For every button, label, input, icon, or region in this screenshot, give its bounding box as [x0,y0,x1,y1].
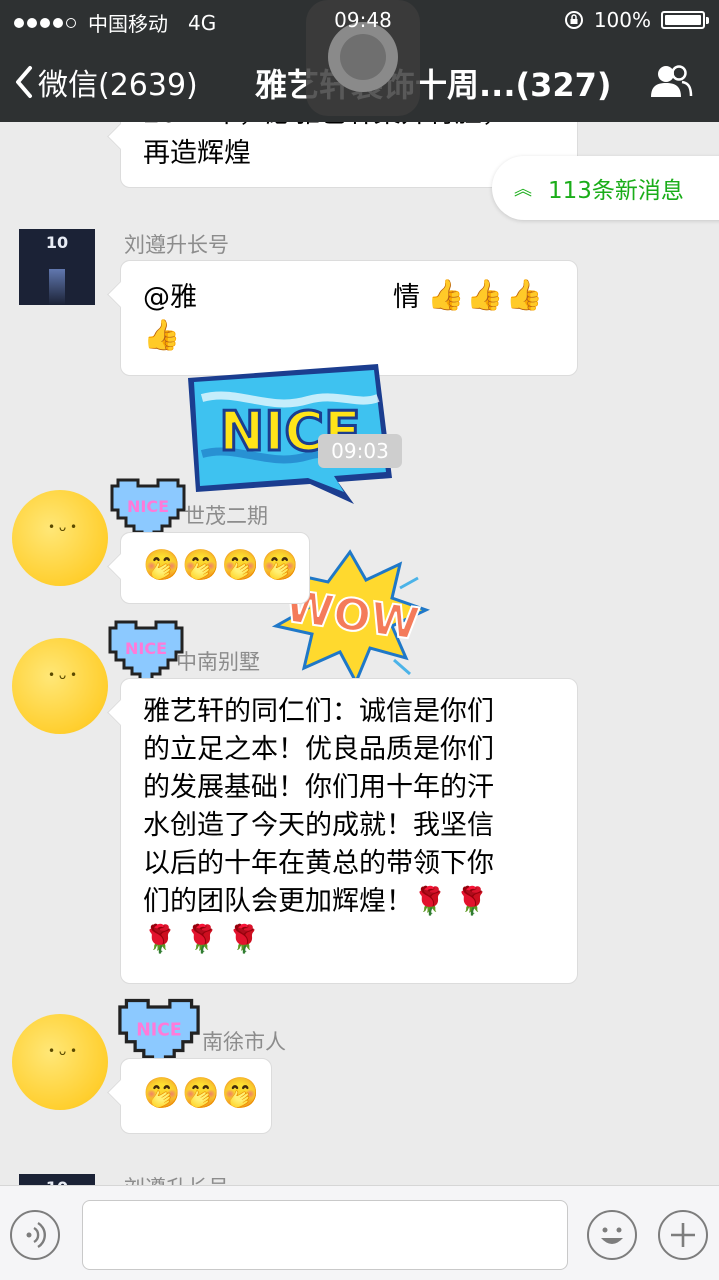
message-emojis-line2: 👍 [143,318,183,353]
back-button[interactable]: 微信(2639) [14,60,198,104]
avatar[interactable]: 10 [19,1174,95,1185]
carrier-label: 中国移动 [88,12,168,36]
message-emojis: 👍👍👍 [427,278,546,313]
smiley-icon [601,1227,623,1244]
svg-text:NICE: NICE [125,639,167,658]
sender-name: 世茂二期 [184,504,268,528]
new-messages-label: 113条新消息 [548,178,684,204]
message-text-line: 们的团队会更加辉煌！🌹 🌹 [143,886,489,917]
network-label: 4G [188,10,217,35]
time-label: 09:03 [318,434,402,468]
message-text-tail: 情 [393,282,420,313]
new-messages-button[interactable]: ︽ 113条新消息 [492,156,719,220]
more-button[interactable] [658,1210,708,1260]
group-icon [651,65,693,97]
message-emojis: 🤭🤭🤭🤭 [143,548,301,583]
sun-sticker-avatar[interactable]: • ᴗ • [12,1014,108,1110]
battery-percent: 100% [593,8,651,32]
sender-name: 刘遵升长号 [124,233,229,257]
message-emojis: 🤭🤭🤭 [143,1076,262,1111]
message-text: @雅 [143,282,197,313]
svg-text:NICE: NICE [127,497,169,516]
message-text: 再造辉煌 [143,138,251,169]
message-text-line: 的发展基础！你们用十年的汗 [143,772,494,803]
chevron-left-icon [16,66,32,98]
input-bar [0,1185,719,1280]
message-text-line: 水创造了今天的成就！我坚信 [143,810,494,841]
message-bubble[interactable]: 🤭🤭🤭 [120,1058,272,1134]
emoji-button[interactable] [587,1210,637,1260]
svg-text:NICE: NICE [136,1020,182,1040]
message-text-partial: 2017年，愿雅艺轩集开将旌， [143,122,509,133]
orientation-lock-icon [564,11,583,29]
sender-name: 南徐市人 [202,1030,286,1054]
pixel-heart-sticker: NICE [108,620,184,682]
back-label: 微信(2639) [38,68,198,103]
group-members-button[interactable] [649,64,693,102]
message-bubble[interactable]: 🤭🤭🤭🤭 [120,532,310,604]
message-input[interactable] [82,1200,568,1270]
sun-sticker-avatar[interactable]: • ᴗ • [12,638,108,734]
sun-sticker-avatar[interactable]: • ᴗ • [12,490,108,586]
message-text-line: 以后的十年在黄总的带领下你 [143,848,494,879]
signal-icon [14,17,76,28]
voice-button[interactable] [10,1210,60,1260]
sender-name: 中南别墅 [176,650,260,674]
message-text-line: 雅艺轩的同仁们：诚信是你们 [143,696,494,727]
status-time: 09:48 [334,8,392,32]
battery-icon [661,11,709,29]
message-text-line: 🌹 🌹 🌹 [143,924,262,955]
assistive-touch-button[interactable]: 09:48 [306,0,420,116]
voice-icon [26,1221,46,1249]
chat-area: 2017年，愿雅艺轩集开将旌， 再造辉煌 ︽ 113条新消息 10 刘遵升长号 … [0,122,719,1185]
avatar[interactable]: 10 [19,229,95,305]
status-left: 中国移动 4G [14,8,216,37]
message-bubble[interactable]: 雅艺轩的同仁们：诚信是你们 的立足之本！优良品质是你们 的发展基础！你们用十年的… [120,678,578,984]
sender-name: 刘遵升长号 [124,1172,229,1185]
double-chevron-up-icon: ︽ [514,179,532,200]
status-right: 100% [564,8,709,32]
plus-icon [671,1223,695,1247]
message-text-line: 的立足之本！优良品质是你们 [143,734,494,765]
